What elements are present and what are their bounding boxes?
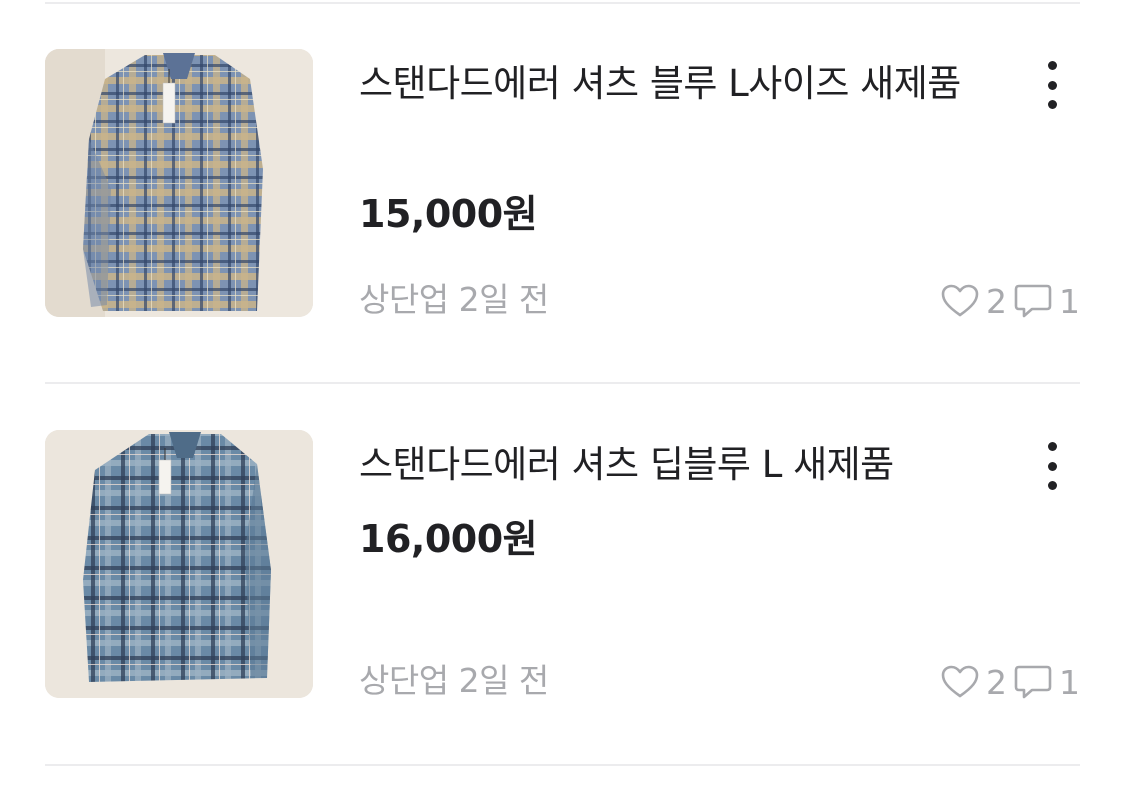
like-count: 2 (986, 281, 1007, 321)
listing-time: 상단업 2일 전 (359, 661, 549, 700)
heart-outline-icon[interactable] (940, 281, 980, 321)
product-thumbnail[interactable] (45, 49, 313, 317)
listing-price: 16,000원 (359, 517, 538, 561)
list-divider (45, 764, 1080, 766)
shirt-photo (45, 49, 313, 317)
heart-outline-icon[interactable] (940, 662, 980, 702)
listing-stats: 2 1 (940, 281, 1080, 321)
like-count: 2 (986, 662, 1007, 702)
listing-title[interactable]: 스탠다드에러 셔츠 블루 L사이즈 새제품 (359, 55, 999, 113)
more-vertical-icon[interactable] (1042, 442, 1062, 490)
list-item[interactable]: 스탠다드에러 셔츠 딥블루 L 새제품 16,000원 상단업 2일 전 2 1 (45, 430, 1080, 702)
comment-count: 1 (1059, 281, 1080, 321)
product-thumbnail[interactable] (45, 430, 313, 698)
shirt-photo (45, 430, 313, 698)
listing-stats: 2 1 (940, 662, 1080, 702)
list-divider (45, 382, 1080, 384)
more-vertical-icon[interactable] (1042, 61, 1062, 109)
chat-bubble-icon[interactable] (1013, 281, 1053, 321)
list-item[interactable]: 스탠다드에러 셔츠 블루 L사이즈 새제품 15,000원 상단업 2일 전 2… (45, 49, 1080, 321)
listing-title[interactable]: 스탠다드에러 셔츠 딥블루 L 새제품 (359, 436, 999, 494)
comment-count: 1 (1059, 662, 1080, 702)
chat-bubble-icon[interactable] (1013, 662, 1053, 702)
listing-time: 상단업 2일 전 (359, 280, 549, 319)
listing-price: 15,000원 (359, 192, 538, 236)
list-divider (45, 2, 1080, 4)
